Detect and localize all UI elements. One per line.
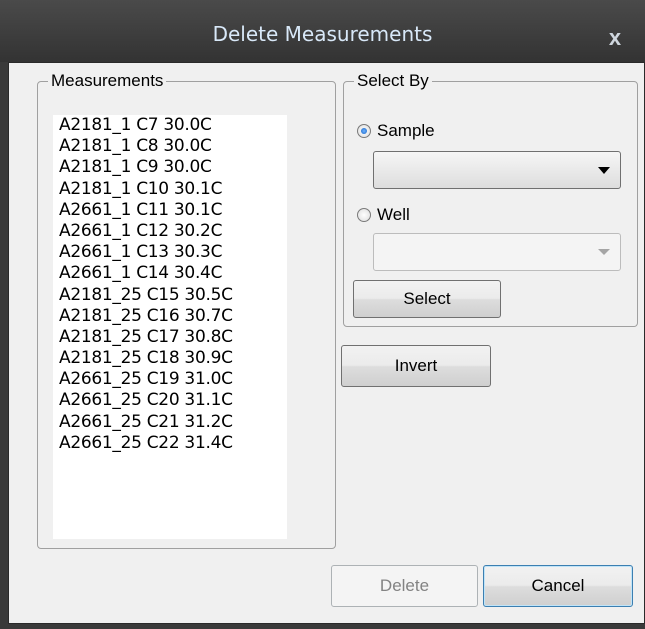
sample-dropdown[interactable]	[373, 151, 621, 189]
list-item[interactable]: A2181_25 C18 30.9C	[53, 348, 287, 369]
well-dropdown	[373, 233, 621, 271]
chevron-down-icon	[598, 249, 610, 255]
list-item[interactable]: A2661_25 C21 31.2C	[53, 412, 287, 433]
list-item[interactable]: A2661_25 C22 31.4C	[53, 433, 287, 454]
list-item[interactable]: A2661_25 C19 31.0C	[53, 369, 287, 390]
well-radio-option[interactable]: Well	[357, 205, 410, 225]
select-by-group-label: Select By	[357, 71, 429, 90]
list-item[interactable]: A2181_1 C8 30.0C	[53, 136, 287, 157]
measurements-group-label: Measurements	[51, 71, 164, 90]
delete-button: Delete	[331, 565, 478, 607]
sample-radio-button[interactable]	[357, 124, 371, 138]
list-item[interactable]: A2181_25 C15 30.5C	[53, 285, 287, 306]
sample-radio-label: Sample	[377, 121, 435, 140]
dialog-body: Measurements A2181_1 C7 30.0C A2181_1 C8 …	[8, 62, 645, 624]
list-item[interactable]: A2181_1 C9 30.0C	[53, 157, 287, 178]
close-icon[interactable]: x	[603, 26, 627, 50]
list-item[interactable]: A2181_25 C16 30.7C	[53, 306, 287, 327]
dialog-window: Delete Measurements x Measurements A2181…	[0, 0, 645, 629]
well-radio-label: Well	[377, 205, 410, 224]
well-radio-button[interactable]	[357, 208, 371, 222]
sample-radio-option[interactable]: Sample	[357, 121, 435, 141]
dialog-title: Delete Measurements	[212, 22, 433, 46]
list-item[interactable]: A2661_25 C20 31.1C	[53, 390, 287, 411]
list-item[interactable]: A2661_1 C12 30.2C	[53, 221, 287, 242]
list-item[interactable]: A2661_1 C11 30.1C	[53, 200, 287, 221]
list-item[interactable]: A2661_1 C14 30.4C	[53, 263, 287, 284]
list-item[interactable]: A2181_1 C10 30.1C	[53, 179, 287, 200]
title-bar[interactable]: Delete Measurements x	[0, 0, 645, 62]
list-item[interactable]: A2181_1 C7 30.0C	[53, 115, 287, 136]
invert-button[interactable]: Invert	[341, 345, 491, 387]
cancel-button[interactable]: Cancel	[483, 565, 633, 607]
chevron-down-icon	[598, 167, 610, 174]
list-item[interactable]: A2181_25 C17 30.8C	[53, 327, 287, 348]
select-button[interactable]: Select	[353, 280, 501, 318]
measurements-listbox[interactable]: A2181_1 C7 30.0C A2181_1 C8 30.0C A2181_1 …	[53, 115, 287, 539]
list-item[interactable]: A2661_1 C13 30.3C	[53, 242, 287, 263]
